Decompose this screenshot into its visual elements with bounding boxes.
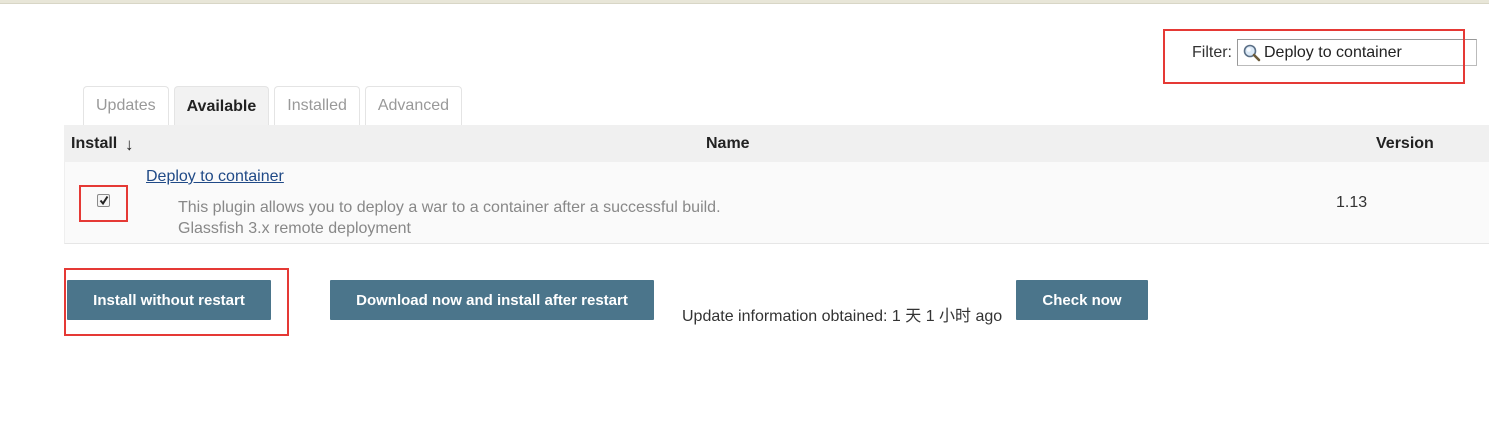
sort-arrow-icon[interactable]: ↓ <box>125 135 134 155</box>
tab-available[interactable]: Available <box>173 86 270 126</box>
plugin-description-detail: Glassfish 3.x remote deployment <box>178 220 411 237</box>
plugin-tabs: Updates Available Installed Advanced <box>83 86 467 126</box>
top-border <box>0 0 1489 4</box>
filter-field[interactable] <box>1237 39 1477 66</box>
install-checkbox[interactable] <box>97 194 110 207</box>
checkmark-icon <box>99 195 109 206</box>
tab-installed[interactable]: Installed <box>274 86 360 125</box>
tab-updates[interactable]: Updates <box>83 86 169 125</box>
magnifier-icon <box>1242 43 1262 63</box>
column-header-version[interactable]: Version <box>1376 135 1434 153</box>
plugins-table: Install ↓ Name Version Deploy to contain… <box>64 125 1489 244</box>
column-header-install[interactable]: Install <box>71 135 117 153</box>
update-info-text: Update information obtained: 1 天 1 小时 ag… <box>682 308 1003 325</box>
column-header-name[interactable]: Name <box>706 135 750 153</box>
plugin-description: This plugin allows you to deploy a war t… <box>178 199 721 216</box>
check-now-button[interactable]: Check now <box>1016 280 1148 320</box>
tab-advanced[interactable]: Advanced <box>364 86 463 125</box>
plugin-version: 1.13 <box>1336 194 1368 211</box>
filter-input[interactable] <box>1264 43 1469 62</box>
install-without-restart-button[interactable]: Install without restart <box>67 280 271 320</box>
table-row: Deploy to container This plugin allows y… <box>64 162 1489 244</box>
table-header: Install ↓ Name Version <box>64 125 1489 162</box>
download-and-install-button[interactable]: Download now and install after restart <box>330 280 654 320</box>
filter-label: Filter: <box>1192 44 1232 61</box>
plugin-name-link[interactable]: Deploy to container <box>146 168 284 186</box>
